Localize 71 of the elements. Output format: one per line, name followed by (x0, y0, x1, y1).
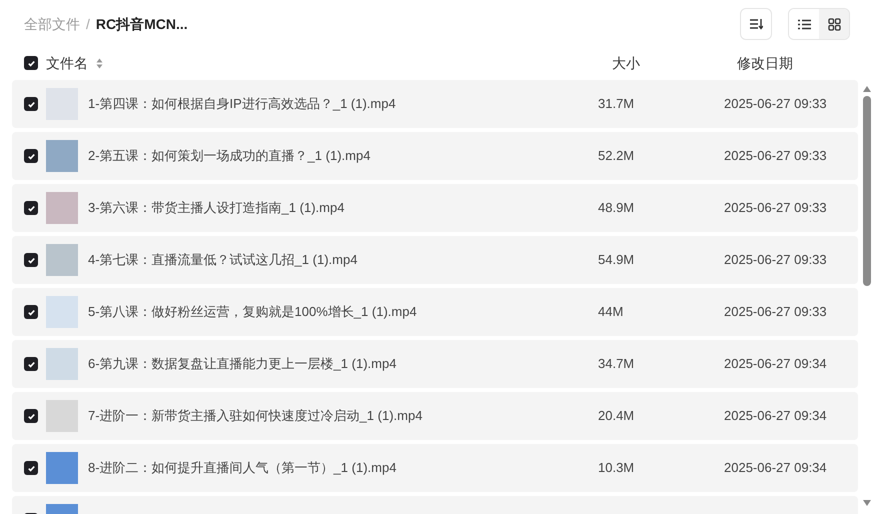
grid-view-button[interactable] (819, 9, 849, 39)
breadcrumb-item[interactable]: RC抖音MCN... (96, 14, 188, 34)
column-header[interactable]: 文件名 (46, 52, 88, 74)
video-thumbnail (46, 452, 78, 484)
sort-icon (749, 18, 763, 30)
modified-date: 2025-06-27 09:34 (724, 459, 827, 478)
file-size: 31.7M (598, 95, 636, 114)
file-row[interactable]: 8-进阶二：如何提升直播间人气（第一节）_1 (1).mp4 10.3M 2025-06-27 09:34 (12, 444, 858, 492)
file-name[interactable]: 7-进阶一：新带货主播入驻如何快速度过冷启动_1 (1).mp4 (78, 406, 598, 426)
checkbox[interactable] (24, 201, 38, 215)
file-row[interactable]: 2-第五课：如何策划一场成功的直播？_1 (1).mp4 52.2M 2025-06-27 09:33 (12, 132, 858, 180)
file-name[interactable]: 5-第八课：做好粉丝运营，复购就是100%增长_1 (1).mp4 (78, 302, 598, 322)
sort-arrows-icon[interactable] (96, 58, 103, 68)
check-icon (26, 412, 36, 420)
checkbox[interactable] (24, 305, 38, 319)
file-size: 48.9M (598, 199, 636, 218)
file-size: 34.7M (598, 355, 636, 374)
modified-date: 2025-06-27 09:33 (724, 303, 827, 322)
file-row[interactable]: 6-第九课：数据复盘让直播能力更上一层楼_1 (1).mp4 34.7M 2025-06-27 09:34 (12, 340, 858, 388)
sort-button[interactable] (740, 8, 772, 40)
modified-date: 2025-06-27 09:34 (724, 407, 827, 426)
file-row[interactable]: 5-第八课：做好粉丝运营，复购就是100%增长_1 (1).mp4 44M 2025-06-27 09:33 (12, 288, 858, 336)
file-name[interactable]: 4-第七课：直播流量低？试试这几招_1 (1).mp4 (78, 250, 598, 270)
video-thumbnail (46, 296, 78, 328)
grid-icon (828, 18, 840, 30)
scroll-down-icon[interactable] (863, 500, 871, 506)
file-name[interactable]: 2-第五课：如何策划一场成功的直播？_1 (1).mp4 (78, 146, 598, 166)
file-size: 54.9M (598, 251, 636, 270)
check-icon (26, 152, 36, 160)
video-thumbnail (46, 244, 78, 276)
modified-date: 2025-06-27 09:34 (724, 355, 827, 374)
file-row[interactable]: 4-第七课：直播流量低？试试这几招_1 (1).mp4 54.9M 2025-06-27 09:33 (12, 236, 858, 284)
check-icon (26, 100, 36, 108)
checkbox[interactable] (24, 409, 38, 423)
list-icon (798, 18, 810, 30)
video-thumbnail (46, 348, 78, 380)
file-name[interactable]: 8-进阶二：如何提升直播间人气（第一节）_1 (1).mp4 (78, 458, 598, 478)
file-name[interactable]: 6-第九课：数据复盘让直播能力更上一层楼_1 (1).mp4 (78, 354, 598, 374)
checkbox[interactable] (24, 461, 38, 475)
breadcrumb-separator: / (86, 14, 90, 34)
check-icon (26, 204, 36, 212)
scrollbar-thumb[interactable] (863, 96, 871, 286)
video-thumbnail (46, 192, 78, 224)
scroll-up-icon[interactable] (863, 86, 871, 92)
modified-date: 2025-06-27 09:33 (724, 95, 827, 114)
check-icon (26, 464, 36, 472)
column-header[interactable]: 大小 (597, 52, 723, 74)
file-row[interactable]: 7-进阶一：新带货主播入驻如何快速度过冷启动_1 (1).mp4 20.4M 2025-06-27 09:34 (12, 392, 858, 440)
checkbox[interactable] (24, 357, 38, 371)
video-thumbnail (46, 400, 78, 432)
checkbox[interactable] (24, 253, 38, 267)
check-icon (26, 360, 36, 368)
modified-date: 2025-06-27 09:33 (724, 199, 827, 218)
check-icon (26, 308, 36, 316)
column-header[interactable]: 修改日期 (723, 52, 793, 74)
file-size: 52.2M (598, 147, 636, 166)
check-icon (26, 256, 36, 264)
checkbox[interactable] (24, 97, 38, 111)
file-name[interactable]: 1-第四课：如何根据自身IP进行高效选品？_1 (1).mp4 (78, 94, 598, 114)
file-name[interactable]: 3-第六课：带货主播人设打造指南_1 (1).mp4 (78, 198, 598, 218)
checkbox[interactable] (24, 56, 38, 70)
modified-date: 2025-06-27 09:33 (724, 251, 827, 270)
video-thumbnail (46, 140, 78, 172)
file-size: 10.3M (598, 459, 636, 478)
modified-date: 2025-06-27 09:33 (724, 147, 827, 166)
check-icon (26, 58, 36, 68)
file-row[interactable]: 1-第四课：如何根据自身IP进行高效选品？_1 (1).mp4 31.7M 2025-06-27 09:33 (12, 80, 858, 128)
checkbox[interactable] (24, 149, 38, 163)
file-size: 20.4M (598, 407, 636, 426)
file-size: 44M (598, 303, 624, 322)
file-row[interactable]: 3-第六课：带货主播人设打造指南_1 (1).mp4 48.9M 2025-06-27 09:33 (12, 184, 858, 232)
